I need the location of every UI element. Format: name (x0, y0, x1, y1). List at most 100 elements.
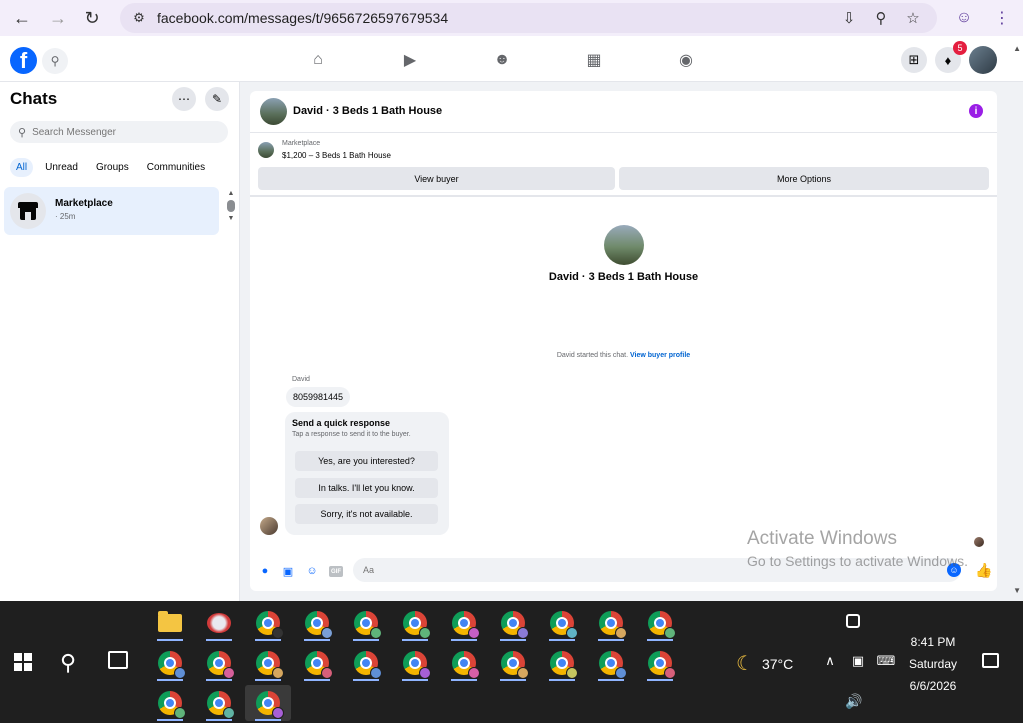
clock-day: Saturday (908, 657, 958, 671)
file-explorer-icon[interactable] (147, 605, 193, 641)
weather-widget[interactable]: ☾ 37°C (736, 651, 793, 676)
notification-center-icon[interactable] (982, 653, 999, 668)
messenger-search[interactable]: ⚲ (10, 121, 228, 143)
chrome-profile-icon-active[interactable] (245, 685, 291, 721)
chrome-profile-icon[interactable] (392, 645, 438, 681)
chrome-profile-icon[interactable] (343, 645, 389, 681)
chrome-profile-icon[interactable] (490, 645, 536, 681)
search-messenger-input[interactable] (32, 126, 213, 138)
conversation-header: David · 3 Beds 1 Bath House i (250, 91, 997, 133)
chats-title: Chats (10, 89, 58, 108)
facebook-logo[interactable]: f (10, 47, 37, 74)
network-icon[interactable]: ▣ (849, 653, 867, 669)
chrome-profile-icon[interactable] (245, 645, 291, 681)
chrome-profile-icon[interactable] (539, 605, 585, 641)
chrome-profile-icon[interactable] (147, 685, 193, 721)
address-bar[interactable]: ⚙ facebook.com/messages/t/96567265976795… (120, 3, 937, 33)
scrollbar-thumb[interactable] (227, 200, 235, 212)
install-app-icon[interactable]: ⇩ (839, 8, 859, 28)
conversation-title[interactable]: David · 3 Beds 1 Bath House (293, 105, 442, 117)
more-options-icon[interactable]: ⋯ (172, 87, 196, 111)
search-icon[interactable]: ⚲ (42, 48, 68, 74)
filter-communities[interactable]: Communities (141, 158, 211, 177)
friends-icon[interactable]: ☻ (489, 49, 515, 71)
windows-start-icon[interactable] (14, 653, 32, 671)
home-icon[interactable]: ⌂ (305, 49, 331, 71)
taskbar-search-icon[interactable]: ⚲ (60, 650, 76, 676)
chrome-profile-icon[interactable] (196, 685, 242, 721)
marketplace-icon[interactable]: ▦ (581, 49, 607, 71)
chrome-profile-icon[interactable] (245, 605, 291, 641)
chrome-profile-icon[interactable] (294, 645, 340, 681)
chat-list-item[interactable]: Marketplace · 25m (4, 187, 219, 235)
chrome-profile-icon[interactable] (294, 605, 340, 641)
view-buyer-profile-link[interactable]: View buyer profile (630, 352, 690, 359)
scroll-down-arrow-icon[interactable]: ▼ (226, 215, 236, 222)
seen-indicator-avatar (974, 537, 984, 547)
store-icon (18, 202, 38, 220)
kebab-menu-icon[interactable]: ⋮ (991, 7, 1013, 29)
watermark-line-1: Activate Windows (747, 528, 897, 549)
listing-thumbnail[interactable] (260, 98, 287, 125)
task-view-icon[interactable] (108, 651, 128, 669)
view-buyer-button[interactable]: View buyer (258, 167, 615, 190)
sender-avatar[interactable] (260, 517, 278, 535)
scroll-up-arrow-icon[interactable]: ▲ (226, 190, 236, 197)
chrome-profile-icon[interactable] (637, 605, 683, 641)
chrome-profile-icon[interactable] (441, 605, 487, 641)
bookmark-star-icon[interactable]: ☆ (903, 8, 923, 28)
system-tray: ∧ ▣ ⌨ (821, 653, 895, 669)
thumbs-up-icon[interactable]: 👍 (975, 562, 992, 579)
filter-all[interactable]: All (10, 158, 34, 177)
meet-now-icon[interactable] (846, 614, 860, 628)
conversation-panel: David · 3 Beds 1 Bath House i Marketplac… (250, 91, 997, 591)
chrome-profile-icon[interactable] (539, 645, 585, 681)
chat-name: Marketplace (55, 198, 113, 209)
keyboard-icon[interactable]: ⌨ (877, 653, 896, 669)
chat-filters: All Unread Groups Communities (10, 158, 211, 177)
chrome-profile-icon[interactable] (588, 645, 634, 681)
new-message-icon[interactable]: ✎ (205, 87, 229, 111)
menu-grid-icon[interactable]: ⊞ (901, 47, 927, 73)
quick-response-not-available-button[interactable]: Sorry, it's not available. (295, 504, 438, 524)
speaker-icon[interactable]: 🔊 (845, 693, 862, 710)
profile-icon[interactable]: ☺ (953, 7, 975, 29)
sidebar-scrollbar[interactable]: ▲ ▼ (226, 190, 236, 230)
back-arrow-icon[interactable]: ← (10, 6, 34, 30)
filter-groups[interactable]: Groups (90, 158, 135, 177)
more-options-button[interactable]: More Options (619, 167, 989, 190)
chrome-profile-icon[interactable] (588, 605, 634, 641)
quick-response-yes-button[interactable]: Yes, are you interested? (295, 451, 438, 471)
page-scroll-up-arrow-icon[interactable]: ▲ (1013, 44, 1021, 53)
groups-icon[interactable]: ◉ (673, 49, 699, 71)
filter-unread[interactable]: Unread (39, 158, 84, 177)
app-icon[interactable] (196, 605, 242, 641)
site-settings-icon[interactable]: ⚙ (130, 9, 148, 27)
image-icon[interactable]: ▣ (281, 564, 295, 578)
sticker-icon[interactable]: ☺ (305, 564, 319, 578)
chrome-profile-icon[interactable] (392, 605, 438, 641)
forward-arrow-icon[interactable]: → (46, 6, 70, 30)
conversation-profile-photo[interactable] (604, 225, 644, 265)
info-icon[interactable]: i (969, 104, 983, 118)
reload-icon[interactable]: ↻ (80, 6, 104, 30)
header-right-controls: ⊞ ♦ 5 (901, 41, 997, 74)
profile-avatar[interactable] (969, 46, 997, 74)
microphone-icon[interactable]: ● (258, 564, 272, 578)
chrome-profile-icon[interactable] (441, 645, 487, 681)
zoom-icon[interactable]: ⚲ (871, 8, 891, 28)
quick-response-in-talks-button[interactable]: In talks. I'll let you know. (295, 478, 438, 498)
chrome-profile-icon[interactable] (196, 645, 242, 681)
gif-icon[interactable]: GIF (329, 566, 343, 577)
page-scroll-down-arrow-icon[interactable]: ▼ (1013, 586, 1021, 595)
chrome-profile-icon[interactable] (343, 605, 389, 641)
chevron-up-icon[interactable]: ∧ (821, 653, 839, 669)
chrome-profile-icon[interactable] (637, 645, 683, 681)
chrome-profile-icon[interactable] (147, 645, 193, 681)
video-icon[interactable]: ▶ (397, 49, 423, 71)
url-text[interactable]: facebook.com/messages/t/9656726597679534 (157, 10, 448, 26)
message-bubble[interactable]: 8059981445 (286, 387, 351, 407)
notifications-bell-icon[interactable]: ♦ 5 (935, 41, 967, 73)
chrome-profile-icon[interactable] (490, 605, 536, 641)
taskbar-clock[interactable]: 8:41 PM Saturday 6/6/2026 (900, 631, 966, 697)
